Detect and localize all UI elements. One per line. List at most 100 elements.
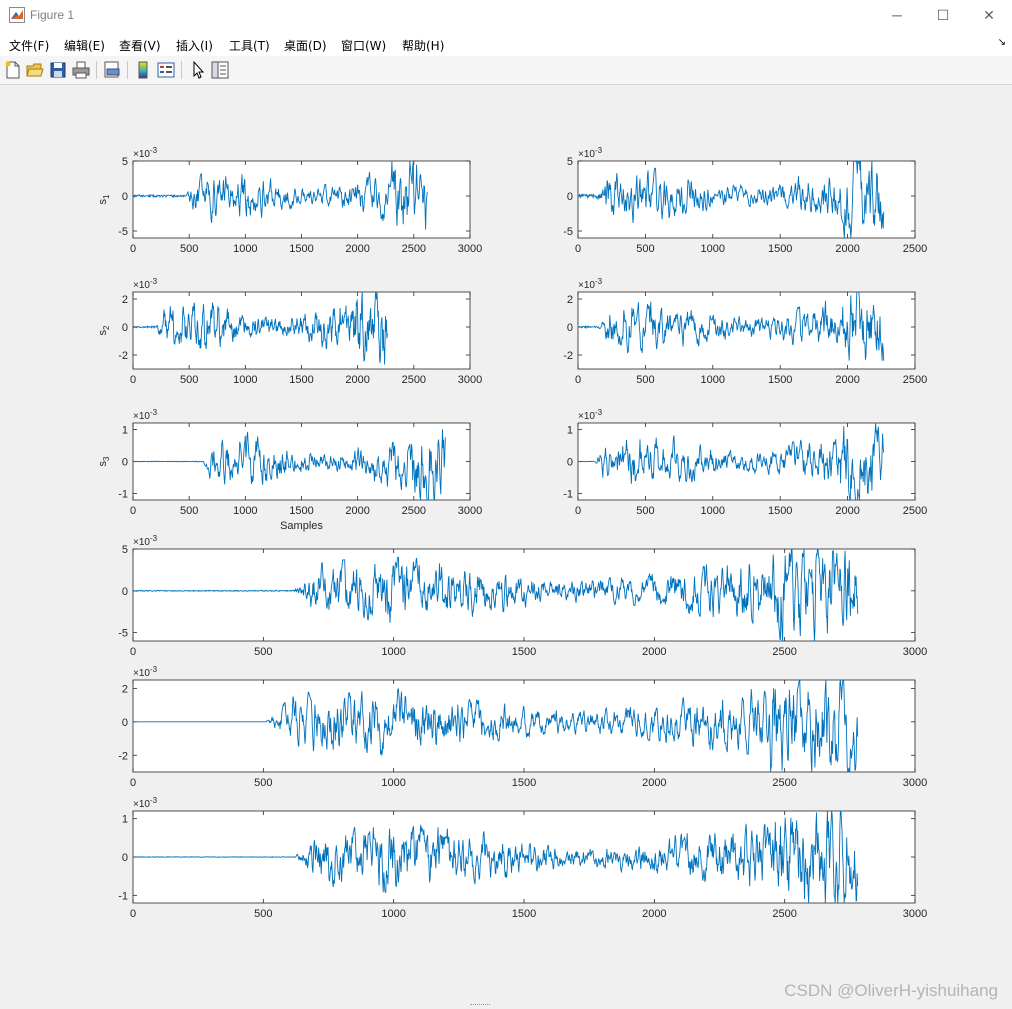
y-tick-label: 5 [122, 544, 128, 556]
y-tick-label: 2 [122, 294, 128, 306]
y-tick-label: 2 [122, 683, 128, 695]
menu-window[interactable]: 窗口(W) [341, 37, 386, 54]
exponent-label: ×10-3 [133, 408, 158, 422]
x-tick-label: 1500 [768, 374, 792, 386]
legend-icon[interactable] [156, 60, 176, 80]
toolbar-separator [96, 61, 97, 79]
x-tick-label: 2000 [345, 505, 369, 517]
x-tick-label: 2500 [903, 243, 927, 255]
x-tick-label: 1500 [289, 374, 313, 386]
x-tick-label: 2500 [772, 646, 796, 658]
x-tick-label: 500 [636, 243, 654, 255]
x-tick-label: 2500 [402, 374, 426, 386]
menu-help[interactable]: 帮助(H) [402, 37, 444, 54]
x-tick-label: 1000 [701, 243, 725, 255]
toolbar-separator [127, 61, 128, 79]
y-tick-label: 5 [567, 156, 573, 168]
x-tick-label: 0 [130, 777, 136, 789]
menu-edit[interactable]: 编辑(E) [64, 37, 105, 54]
menu-bar: 文件(F) 编辑(E) 查看(V) 插入(I) 工具(T) 桌面(D) 窗口(W… [0, 31, 1012, 56]
minimize-icon: ─ [892, 7, 902, 23]
dock-arrow-icon[interactable]: ↘ [998, 37, 1006, 48]
x-tick-label: 500 [180, 505, 198, 517]
y-axis-label: s2 [97, 325, 111, 336]
x-tick-label: 1000 [233, 505, 257, 517]
open-file-icon[interactable] [25, 60, 45, 80]
x-tick-label: 2500 [402, 505, 426, 517]
x-tick-label: 0 [130, 505, 136, 517]
y-tick-label: 0 [122, 191, 128, 203]
x-tick-label: 2500 [772, 777, 796, 789]
y-tick-label: 1 [122, 424, 128, 436]
x-tick-label: 1000 [381, 908, 405, 920]
x-tick-label: 0 [130, 646, 136, 658]
y-tick-label: 0 [122, 852, 128, 864]
y-tick-label: -5 [563, 226, 573, 238]
x-tick-label: 500 [180, 243, 198, 255]
x-tick-label: 2000 [835, 243, 859, 255]
colorbar-icon[interactable] [133, 60, 153, 80]
x-tick-label: 1500 [289, 505, 313, 517]
toolbar-separator [181, 61, 182, 79]
close-icon: ✕ [983, 7, 995, 23]
menu-view[interactable]: 查看(V) [119, 37, 161, 54]
new-figure-icon[interactable] [3, 60, 23, 80]
menu-insert[interactable]: 插入(I) [176, 37, 213, 54]
property-editor-icon[interactable] [210, 60, 230, 80]
y-tick-label: -2 [118, 750, 128, 762]
axes-box [132, 679, 916, 773]
axes-box [577, 291, 916, 370]
x-tick-label: 2500 [903, 374, 927, 386]
x-tick-label: 1000 [233, 374, 257, 386]
x-axis-label: Samples [280, 520, 323, 532]
x-tick-label: 3000 [458, 505, 482, 517]
x-tick-label: 1000 [381, 777, 405, 789]
x-tick-label: 500 [636, 505, 654, 517]
menu-tools[interactable]: 工具(T) [229, 37, 270, 54]
figure-canvas: 0 500 1000 1500 2000 2500 3000 -5 0 5 ×10-3 s1 0 500 1… [0, 85, 1012, 1009]
resize-grip[interactable] [470, 1004, 490, 1009]
menu-file[interactable]: 文件(F) [9, 37, 49, 54]
y-tick-label: 0 [122, 586, 128, 598]
minimize-button[interactable]: ─ [874, 0, 920, 31]
print-preview-icon[interactable] [102, 60, 122, 80]
x-tick-label: 2000 [835, 374, 859, 386]
menu-desktop[interactable]: 桌面(D) [284, 37, 327, 54]
x-tick-label: 500 [180, 374, 198, 386]
x-tick-label: 2500 [402, 243, 426, 255]
x-tick-label: 1500 [512, 777, 536, 789]
x-tick-label: 0 [575, 374, 581, 386]
subplots-svg: 0 500 1000 1500 2000 2500 3000-505×10-3s10 500 1… [97, 146, 927, 920]
x-tick-label: 1500 [289, 243, 313, 255]
y-tick-label: 0 [567, 322, 573, 334]
y-axis-label: s3 [97, 456, 111, 467]
y-tick-label: -1 [563, 489, 573, 501]
y-axis-label: s1 [97, 194, 111, 205]
x-tick-label: 0 [575, 243, 581, 255]
print-icon[interactable] [71, 60, 91, 80]
axes-box [132, 291, 471, 370]
y-tick-label: -5 [118, 226, 128, 238]
close-button[interactable]: ✕ [966, 0, 1012, 31]
y-tick-label: 5 [122, 156, 128, 168]
x-tick-label: 2000 [345, 374, 369, 386]
y-tick-label: 0 [567, 191, 573, 203]
pointer-icon[interactable] [188, 60, 208, 80]
x-tick-label: 2000 [642, 646, 666, 658]
exponent-label: ×10-3 [133, 277, 158, 291]
save-icon[interactable] [48, 60, 68, 80]
x-tick-label: 1500 [512, 908, 536, 920]
exponent-label: ×10-3 [578, 146, 603, 160]
x-tick-label: 3000 [903, 646, 927, 658]
y-tick-label: -1 [118, 890, 128, 902]
y-tick-label: 2 [567, 294, 573, 306]
x-tick-label: 1000 [233, 243, 257, 255]
y-tick-label: 0 [122, 717, 128, 729]
exponent-label: ×10-3 [133, 534, 158, 548]
exponent-label: ×10-3 [578, 277, 603, 291]
x-tick-label: 0 [575, 505, 581, 517]
x-tick-label: 2500 [772, 908, 796, 920]
maximize-button[interactable]: ☐ [920, 0, 966, 31]
exponent-label: ×10-3 [133, 796, 158, 810]
x-tick-label: 0 [130, 243, 136, 255]
